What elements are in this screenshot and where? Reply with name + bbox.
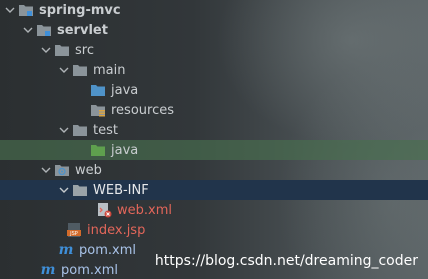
tree-item-label: spring-mvc (39, 2, 121, 18)
tree-item-label: web.xml (117, 202, 172, 218)
tree-row-main[interactable]: main (0, 60, 428, 80)
test-source-folder-icon (90, 142, 106, 158)
resources-folder-icon (90, 102, 106, 118)
tree-row-web-inf[interactable]: WEB-INF (0, 180, 428, 200)
tree-item-label: resources (111, 102, 175, 118)
tree-item-label: java (111, 82, 139, 98)
chevron-down-icon[interactable] (22, 24, 34, 36)
folder-icon (72, 62, 88, 78)
xml-file-icon (96, 202, 112, 218)
tree-item-label: WEB-INF (93, 182, 149, 198)
module-folder-icon (18, 2, 34, 18)
chevron-down-icon[interactable] (40, 164, 52, 176)
jsp-file-icon: JSP (66, 222, 82, 238)
tree-item-label: src (75, 42, 94, 58)
tree-item-label: pom.xml (79, 242, 136, 258)
svg-text:JSP: JSP (69, 231, 78, 237)
tree-row-test[interactable]: test (0, 120, 428, 140)
chevron-down-icon[interactable] (4, 4, 16, 16)
tree-item-label: index.jsp (87, 222, 146, 238)
maven-file-icon: m (58, 242, 74, 258)
tree-row-main-java[interactable]: java (0, 80, 428, 100)
chevron-down-icon[interactable] (40, 44, 52, 56)
chevron-down-icon[interactable] (58, 184, 70, 196)
tree-item-label: test (93, 122, 118, 138)
tree-row-index-jsp[interactable]: JSP index.jsp (0, 220, 428, 240)
tree-row-spring-mvc[interactable]: spring-mvc (0, 0, 428, 20)
tree-row-test-java[interactable]: java (0, 140, 428, 160)
folder-icon (72, 122, 88, 138)
tree-row-servlet[interactable]: servlet (0, 20, 428, 40)
folder-icon (54, 42, 70, 58)
chevron-down-icon[interactable] (58, 124, 70, 136)
tree-row-src[interactable]: src (0, 40, 428, 60)
watermark-url: https://blog.csdn.net/dreaming_coder (154, 253, 418, 269)
tree-item-label: servlet (57, 22, 108, 38)
tree-item-label: java (111, 142, 139, 158)
tree-item-label: web (75, 162, 102, 178)
maven-file-icon: m (40, 262, 56, 278)
chevron-down-icon[interactable] (58, 64, 70, 76)
tree-item-label: main (93, 62, 126, 78)
tree-row-web[interactable]: web (0, 160, 428, 180)
tree-row-web-xml[interactable]: web.xml (0, 200, 428, 220)
web-folder-icon (54, 162, 70, 178)
project-tree: spring-mvc servlet src main java resourc… (0, 0, 428, 279)
source-folder-icon (90, 82, 106, 98)
folder-icon (72, 182, 88, 198)
tree-row-resources[interactable]: resources (0, 100, 428, 120)
tree-item-label: pom.xml (61, 262, 118, 278)
module-folder-icon (36, 22, 52, 38)
